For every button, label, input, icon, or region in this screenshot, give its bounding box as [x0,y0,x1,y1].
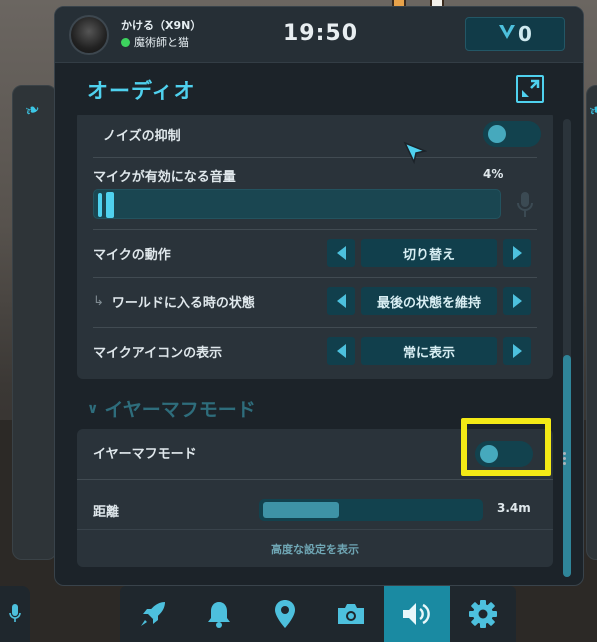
cursor-icon [403,141,427,165]
online-status-icon [121,37,130,47]
divider [93,327,537,328]
mic-behavior-selector: 切り替え [327,239,531,267]
leaf-icon: ❧ [585,98,597,123]
mic-behavior-prev-button[interactable] [327,239,355,267]
divider [77,479,553,480]
gear-icon [469,600,497,628]
dock-location-button[interactable] [252,586,318,642]
dock-settings-button[interactable] [450,586,516,642]
mic-icon-display-label: マイクアイコンの表示 [93,345,223,361]
mic-behavior-next-button[interactable] [503,239,531,267]
mic-threshold-label: マイクが有効になる音量 [93,169,236,185]
top-bar: かける（X9N） 魔術師と猫 19:50 0 [55,7,583,63]
world-join-state-selector: 最後の状態を維持 [327,287,531,315]
user-name: かける（X9N） [121,19,202,32]
currency-badge[interactable]: 0 [465,17,565,51]
earmuff-mode-label: イヤーマフモード [93,446,197,462]
noise-suppression-label: ノイズの抑制 [103,128,181,144]
world-join-state-next-button[interactable] [503,287,531,315]
mic-threshold-slider[interactable] [93,189,501,219]
dock-launch-button[interactable] [120,586,186,642]
dock-notifications-button[interactable] [186,586,252,642]
scrollbar-thumb[interactable] [563,355,571,577]
right-side-panel: ❧ [586,85,597,560]
resize-handle[interactable] [563,452,566,465]
mic-threshold-handle[interactable] [106,192,114,218]
location-pin-icon [275,600,295,628]
mic-behavior-label: マイクの動作 [93,247,171,263]
mic-level-indicator [98,193,102,217]
earmuff-section-header[interactable]: ∨ イヤーマフモード [87,395,256,422]
distance-slider-fill [263,502,339,518]
bottom-dock [120,586,516,642]
expand-icon[interactable] [516,75,544,103]
dock-camera-button[interactable] [318,586,384,642]
dock-audio-button[interactable] [384,586,450,642]
scrollbar[interactable] [563,119,571,577]
arrow-right-icon [512,344,522,358]
arrow-left-icon [336,294,346,308]
mic-icon-display-selector: 常に表示 [327,337,531,365]
mic-icon-display-value[interactable]: 常に表示 [361,337,497,365]
mic-threshold-value: 4% [483,167,504,181]
user-status: 魔術師と猫 [121,34,189,50]
sub-item-arrow-icon: ↳ [93,293,104,309]
speaker-icon [403,603,430,625]
mic-threshold-row: マイクが有効になる音量 [93,165,537,185]
camera-icon [338,604,364,624]
microphone-icon [517,192,533,217]
mic-status-button[interactable] [0,586,30,642]
noise-suppression-toggle[interactable] [483,121,541,147]
arrow-right-icon [512,294,522,308]
divider [93,229,537,230]
highlight-box [461,418,551,476]
distance-slider[interactable] [259,499,483,521]
leaf-icon: ❧ [21,98,44,123]
quick-menu-window: かける（X9N） 魔術師と猫 19:50 0 オーディオ ノイズの抑制 マイクが… [54,6,584,586]
avatar[interactable] [69,15,109,55]
chevron-down-icon: ∨ [87,400,99,417]
earmuff-section-title: イヤーマフモード [104,399,256,421]
arrow-left-icon [336,246,346,260]
currency-value: 0 [518,22,532,46]
distance-value: 3.4m [497,501,531,515]
mic-icon-display-prev-button[interactable] [327,337,355,365]
clock: 19:50 [283,21,359,46]
left-side-panel: ❧ [12,85,57,560]
arrow-right-icon [512,246,522,260]
divider [93,277,537,278]
arrow-left-icon [336,344,346,358]
mic-behavior-value[interactable]: 切り替え [361,239,497,267]
distance-label: 距離 [93,504,120,520]
world-join-state-value[interactable]: 最後の状態を維持 [361,287,497,315]
rocket-icon [141,602,165,626]
mic-icon-display-next-button[interactable] [503,337,531,365]
microphone-icon [9,604,21,622]
audio-settings-card: ノイズの抑制 マイクが有効になる音量 4% マイクの動作 切り替え ↳ ワールド… [77,115,553,379]
world-join-state-prev-button[interactable] [327,287,355,315]
bell-icon [208,602,230,628]
user-status-text: 魔術師と猫 [134,36,189,49]
show-advanced-settings-link[interactable]: 高度な設定を表示 [77,529,553,567]
noise-suppression-row: ノイズの抑制 [93,121,537,147]
world-join-state-label: ワールドに入る時の状態 [111,295,255,311]
divider [93,157,537,158]
v-currency-icon [498,24,516,45]
toggle-knob [488,125,506,143]
settings-scroll-area[interactable]: ノイズの抑制 マイクが有効になる音量 4% マイクの動作 切り替え ↳ ワールド… [77,115,553,577]
page-title: オーディオ [87,79,196,103]
